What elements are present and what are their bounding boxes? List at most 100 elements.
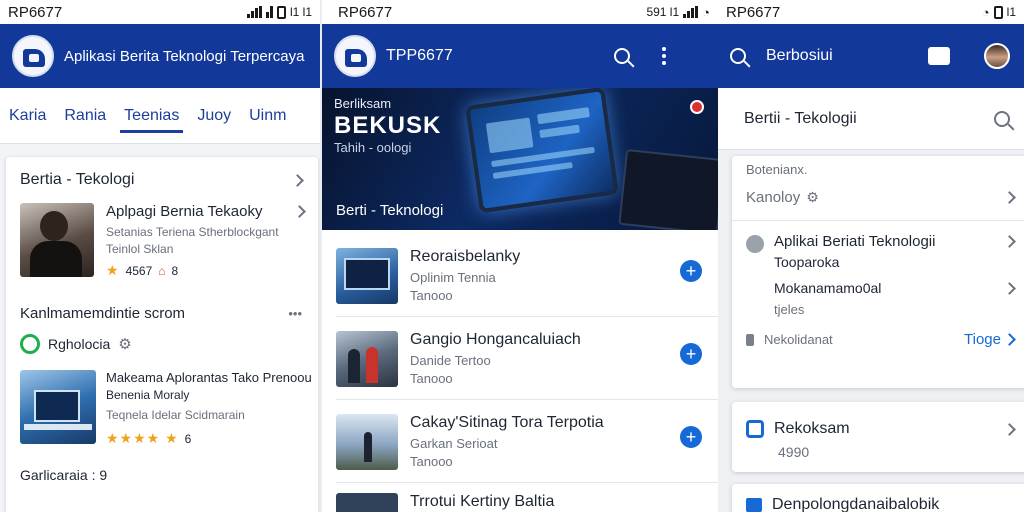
app-bar: Berbosiui [718, 24, 1024, 88]
tab-teenias[interactable]: Teenias [120, 93, 184, 139]
wifi-icon: ◔ [981, 4, 990, 20]
section2-header: Kanlmamemdintie scrom [20, 305, 186, 322]
tab-juoy[interactable]: Juoy [197, 93, 231, 139]
status-icons: ◔ l1 [982, 5, 1016, 20]
result-item[interactable]: Mokanamamo0al tjeles [732, 270, 1024, 317]
section-header-row[interactable]: Bertia - Tekologi [6, 157, 318, 199]
chevron-right-icon [293, 205, 306, 218]
avatar[interactable] [984, 43, 1010, 69]
search-icon[interactable] [994, 110, 1010, 127]
feature-card-title: Rekoksam [774, 420, 850, 437]
footer-item-label: Garlicaraia : 9 [20, 467, 108, 483]
feed-title: Trrotui Kertiny Baltia [410, 493, 555, 510]
feed-item[interactable]: Gangio Hongancaluiach Danide Tertoo Tano… [322, 317, 718, 399]
feed-subtitle: Oplinim Tennia [410, 270, 496, 285]
feed-item[interactable]: Reoraisbelanky Oplinim Tennia Tanooo + [322, 230, 718, 316]
add-icon[interactable]: + [680, 343, 702, 365]
status-bar: RP6677 ◔ l1 [718, 0, 1024, 24]
wifi-icon: ◔ [702, 4, 710, 20]
tab-rania[interactable]: Rania [64, 93, 106, 139]
add-icon[interactable]: + [680, 260, 702, 282]
status-right-text: l1 [1006, 5, 1016, 19]
more-vert-icon[interactable] [662, 47, 666, 65]
check-circle-icon [20, 334, 40, 354]
feed-thumbnail [336, 493, 398, 512]
chevron-right-icon [1003, 191, 1016, 204]
signal-icon [246, 6, 262, 18]
status-time: RP6677 [8, 3, 63, 21]
message-icon[interactable] [928, 47, 950, 65]
status-icons: l1 l1 [246, 5, 312, 19]
feature-card-title: Denpolongdanaibalobik [772, 496, 940, 512]
tablet-illustration [465, 88, 619, 214]
article-thumbnail [20, 370, 96, 444]
footer-item[interactable]: Garlicaraia : 9 [6, 459, 318, 491]
news-card: Bertia - Tekologi Aplpagi Bernia Tekaoky… [6, 157, 318, 512]
hero-headline: BEKUSK [334, 112, 442, 139]
feature-card[interactable]: Rekoksam 4990 [732, 402, 1024, 472]
status-right-text: 591 l1 [646, 5, 680, 19]
section2-header-row[interactable]: Kanlmamemdintie scrom ••• [6, 283, 318, 330]
feed-item[interactable]: Trrotui Kertiny Baltia [322, 483, 718, 512]
notification-dot-icon [690, 100, 704, 114]
globe-icon [746, 235, 764, 253]
search-icon[interactable] [614, 48, 630, 64]
signal-icon [265, 6, 273, 18]
feed-title: Cakay'Sitinag Tora Terpotia [410, 414, 604, 431]
card-row[interactable]: Kanoloy ⚙ [732, 177, 1024, 220]
card-link-label: Tioge [964, 331, 1001, 348]
chevron-right-icon [1003, 333, 1016, 346]
category-chip[interactable]: Rgholocia ⚙ [6, 330, 318, 358]
gear-icon: ⚙ [806, 189, 819, 205]
tab-karia[interactable]: Karia [9, 93, 46, 139]
app-bar: TPP6677 [322, 24, 718, 88]
feed-meta: Tanooo [410, 288, 453, 303]
gear-icon: ⚙ [118, 336, 132, 353]
add-icon[interactable]: + [680, 426, 702, 448]
result-subtitle: Tooparoka [774, 254, 840, 270]
article-row[interactable]: Makeama Aplorantas Tako Prenoou Benenia … [6, 358, 318, 459]
card-link[interactable]: Tioge [964, 331, 1016, 348]
search-icon[interactable] [730, 48, 746, 64]
battery-icon [276, 5, 286, 19]
article-meta: Teqnela Idelar Scidmarain [106, 408, 245, 422]
chevron-right-icon [1003, 235, 1016, 248]
feed-item[interactable]: Cakay'Sitinag Tora Terpotia Garkan Serio… [322, 400, 718, 482]
search-header[interactable]: Bertii - Tekologii [718, 88, 1024, 150]
result-title: Aplikai Beriati Teknologii [774, 233, 936, 250]
hero-line1: Berliksam [334, 96, 392, 111]
screen-news-list: RP6677 l1 l1 Aplikasi Berita Teknologi T… [0, 0, 320, 512]
tab-bar: Karia Rania Teenias Juoy Uinm [0, 88, 320, 144]
card-footer-label: Nekolidanat [764, 332, 833, 347]
article-thumbnail [20, 203, 94, 277]
app-logo[interactable] [12, 35, 54, 77]
star-icon: ★ [106, 262, 120, 278]
app-logo[interactable] [334, 35, 376, 77]
status-bar: RP6677 l1 l1 [0, 0, 320, 24]
feed-meta: Tanooo [410, 371, 453, 386]
screen-news-feed: RP6677 591 l1 ◔ TPP6677 Berliksam BEKUSK… [322, 0, 718, 512]
status-icons: 591 l1 ◔ [646, 5, 710, 20]
hero-caption: Berti - Teknologi [336, 202, 444, 219]
chevron-right-icon [291, 173, 304, 187]
feed-thumbnail [336, 248, 398, 304]
feed-title: Gangio Hongancaluiach [410, 331, 581, 348]
more-icon[interactable]: ••• [288, 306, 302, 321]
article-title: Makeama Aplorantas Tako Prenoou [106, 370, 312, 385]
home-icon: ⌂ [158, 263, 166, 278]
screen-search: RP6677 ◔ l1 Berbosiui Bertii - Tekologii… [718, 0, 1024, 512]
list-icon [746, 498, 762, 512]
chevron-right-icon [1003, 282, 1016, 295]
feature-card[interactable]: Denpolongdanaibalobik [732, 484, 1024, 512]
section-header: Bertia - Tekologi [20, 171, 135, 188]
article-subtitle: Benenia Moraly [106, 388, 190, 402]
hero-banner[interactable]: Berliksam BEKUSK Tahih - oologi Berti - … [322, 88, 718, 230]
result-subtitle: tjeles [774, 302, 805, 317]
article-meta: Teinlol Sklan [106, 242, 174, 256]
hero-line3: Tahih - oologi [334, 140, 412, 155]
status-time: RP6677 [338, 3, 393, 21]
article-extra: 6 [184, 431, 192, 446]
tab-uinm[interactable]: Uinm [249, 93, 286, 139]
result-item[interactable]: Aplikai Beriati Teknologii Tooparoka [732, 221, 1024, 270]
article-row[interactable]: Aplpagi Bernia Tekaoky Setanias Teriena … [6, 199, 318, 283]
